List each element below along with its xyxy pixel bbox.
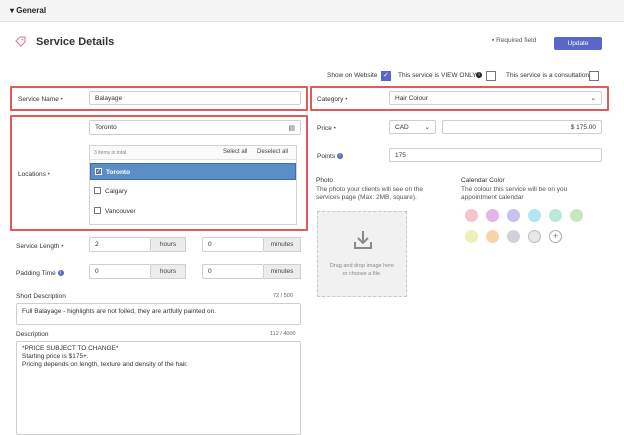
color-swatch[interactable] [465, 230, 478, 243]
service-name-input[interactable]: Balayage [89, 91, 301, 105]
chevron-down-icon: ⌄ [590, 95, 596, 102]
section-header[interactable]: ▾ General [0, 0, 624, 22]
hours-unit: hours [151, 237, 186, 252]
section-title: ▾ General [10, 6, 47, 15]
padding-hours-input[interactable]: 0 [89, 264, 151, 279]
photo-hint: The photo your clients will see on the s… [316, 186, 423, 201]
hours-unit: hours [151, 264, 186, 279]
padding-time-label: Padding Time i [16, 270, 64, 277]
minutes-unit: minutes [264, 237, 301, 252]
view-only-label: This service is VIEW ONLY [398, 72, 477, 79]
service-length-label: Service Length • [16, 243, 64, 250]
location-checkbox[interactable] [94, 207, 101, 214]
color-swatch[interactable] [570, 209, 583, 222]
select-all-button[interactable]: Select all [223, 149, 247, 155]
drop-text: Drag and drop image here [329, 263, 395, 269]
chevron-down-icon: ⌄ [424, 124, 430, 131]
choose-file-link[interactable]: or choose a file. [318, 271, 406, 277]
price-input[interactable]: $ 175.00 [442, 120, 602, 134]
list-icon: ▤ [288, 124, 295, 132]
location-checkbox[interactable]: ✓ [95, 168, 102, 175]
locations-count: 3 items in total [94, 150, 127, 156]
currency-value: CAD [395, 123, 409, 131]
info-icon: i [476, 72, 482, 78]
description-line: Pricing depends on length, texture and d… [22, 361, 188, 368]
required-note: ▪ Required field [492, 37, 537, 44]
download-icon [354, 231, 372, 249]
service-length-hours-input[interactable]: 2 [89, 237, 151, 252]
consultation-label: This service is a consultation [506, 72, 590, 79]
location-name: Toronto [106, 169, 131, 176]
color-swatch[interactable] [549, 209, 562, 222]
deselect-all-button[interactable]: Deselect all [257, 149, 288, 155]
color-swatch[interactable] [465, 209, 478, 222]
update-button[interactable]: Update [554, 37, 602, 50]
description-count: 112 / 4000 [270, 331, 296, 337]
short-description-label: Short Description [16, 293, 66, 300]
locations-search-input[interactable]: Toronto ▤ [89, 120, 301, 135]
locations-list-header: 3 items in total Select all Deselect all [90, 146, 296, 160]
category-label: Category • [317, 96, 348, 103]
color-swatch[interactable] [507, 230, 520, 243]
locations-list: 3 items in total Select all Deselect all… [89, 145, 297, 225]
photo-dropzone[interactable]: Drag and drop image here or choose a fil… [317, 211, 407, 297]
show-on-website-label: Show on Website [327, 72, 378, 79]
minutes-unit: minutes [264, 264, 301, 279]
locations-label: Locations • [18, 171, 50, 178]
category-value: Hair Colour [395, 94, 428, 102]
tag-icon [15, 36, 26, 47]
short-description-textarea[interactable]: Full Balayage - highlights are not foile… [16, 303, 301, 325]
description-line: *PRICE SUBJECT TO CHANGE* [22, 345, 119, 352]
list-item[interactable]: Calgary [90, 183, 296, 200]
consultation-checkbox[interactable] [589, 71, 599, 81]
color-swatch-selected[interactable] [528, 230, 541, 243]
view-only-checkbox[interactable] [486, 71, 496, 81]
info-icon: i [336, 153, 343, 160]
color-swatch[interactable] [528, 209, 541, 222]
price-label: Price • [317, 125, 336, 132]
category-select[interactable]: Hair Colour ⌄ [389, 91, 602, 105]
location-checkbox[interactable] [94, 187, 101, 194]
padding-minutes-input[interactable]: 0 [202, 264, 264, 279]
description-line: Starting price is $175+. [22, 353, 89, 360]
list-item[interactable]: Vancouver [90, 203, 296, 220]
info-icon: i [57, 270, 64, 277]
short-description-count: 72 / 500 [273, 293, 293, 299]
location-name: Calgary [105, 188, 128, 195]
color-swatch[interactable] [486, 230, 499, 243]
show-on-website-checkbox[interactable]: ✓ [381, 71, 391, 81]
color-swatch[interactable] [507, 209, 520, 222]
page-title: Service Details [36, 36, 115, 48]
list-item[interactable]: ✓ Toronto [90, 163, 296, 180]
description-label: Description [16, 331, 49, 338]
photo-title: Photo [316, 177, 333, 184]
calendar-color-hint: The colour this service will be on you a… [461, 186, 568, 201]
calendar-color-title: Calendar Color [461, 177, 505, 184]
service-name-label: Service Name • [18, 96, 63, 103]
add-color-icon[interactable]: + [549, 230, 562, 243]
location-name: Vancouver [105, 208, 136, 215]
currency-select[interactable]: CAD ⌄ [389, 120, 436, 134]
service-length-minutes-input[interactable]: 0 [202, 237, 264, 252]
points-label: Points i [317, 153, 343, 160]
locations-search-value: Toronto [95, 124, 117, 131]
points-input[interactable]: 175 [389, 148, 602, 162]
description-textarea[interactable]: *PRICE SUBJECT TO CHANGE* Starting price… [16, 341, 301, 435]
color-swatch[interactable] [486, 209, 499, 222]
